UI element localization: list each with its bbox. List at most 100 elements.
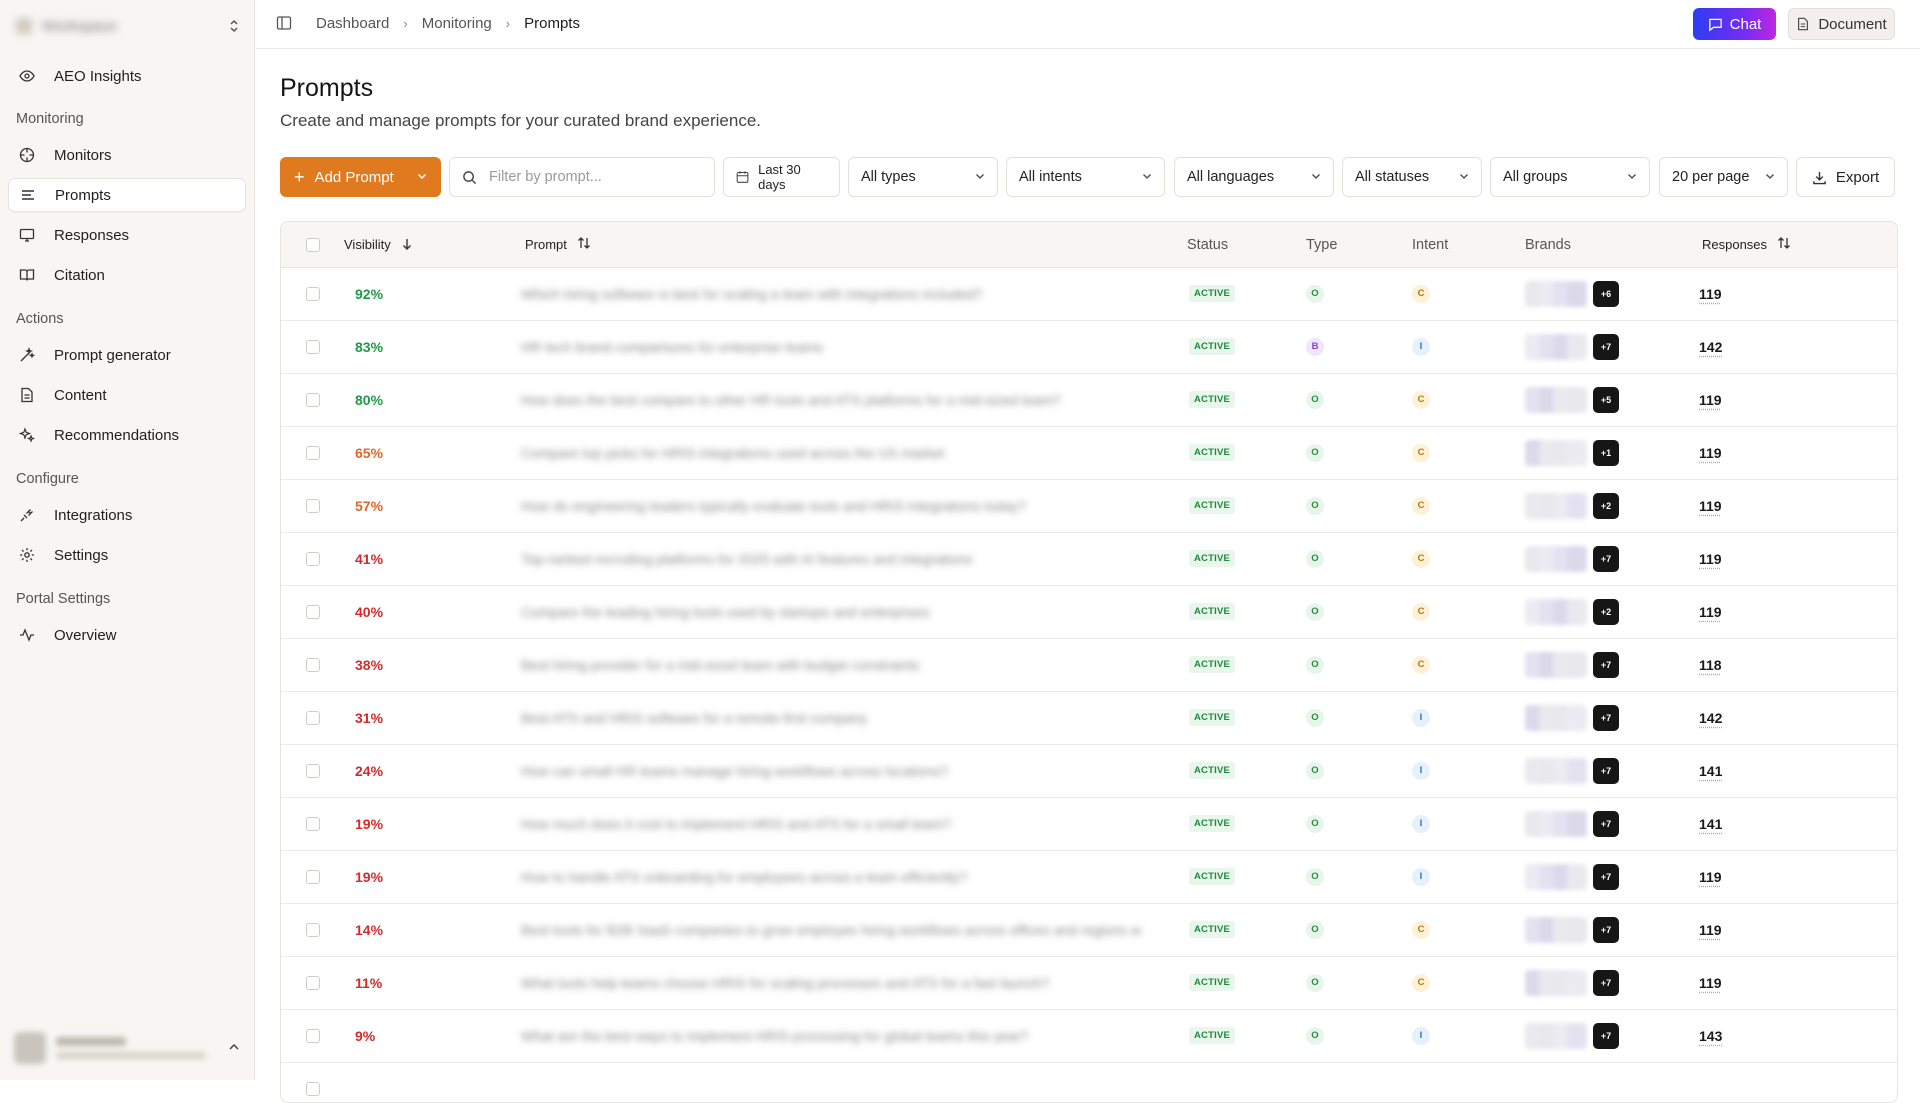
checkbox[interactable] [306, 551, 320, 566]
responses-count[interactable]: 119 [1699, 975, 1722, 991]
checkbox[interactable] [306, 392, 320, 407]
checkbox[interactable] [306, 975, 320, 990]
brands-cell[interactable]: +7 [1525, 903, 1619, 956]
responses-cell[interactable]: 119 [1699, 479, 1722, 532]
brands-cell[interactable]: +7 [1525, 691, 1619, 744]
prompt-cell[interactable]: Best hiring provider for a mid-sized tea… [521, 638, 1141, 691]
table-row[interactable]: 92% Which hiring software is best for sca… [281, 267, 1897, 321]
prompt-cell[interactable]: How can small HR teams manage hiring wor… [521, 744, 1141, 797]
breadcrumb-dashboard[interactable]: Dashboard [316, 15, 389, 32]
brands-cell[interactable]: +7 [1525, 797, 1619, 850]
row-select[interactable] [306, 744, 320, 797]
brands-more-badge[interactable]: +1 [1593, 439, 1619, 466]
brands-more-badge[interactable]: +7 [1593, 1022, 1619, 1049]
brands-more-badge[interactable]: +2 [1593, 492, 1619, 519]
brands-more-badge[interactable]: +5 [1593, 386, 1619, 413]
checkbox[interactable] [306, 286, 320, 301]
table-row[interactable]: 14% Best tools for B2B SaaS companies to … [281, 903, 1897, 957]
responses-cell[interactable]: 141 [1699, 797, 1722, 850]
checkbox[interactable] [306, 1081, 320, 1096]
brands-cell[interactable]: +1 [1525, 426, 1619, 479]
responses-count[interactable]: 119 [1699, 869, 1722, 885]
brands-cell[interactable]: +2 [1525, 585, 1619, 638]
page-size-select[interactable]: 20 per page [1659, 157, 1788, 197]
table-row[interactable]: 83% HR tech brand comparisons for enterpr… [281, 320, 1897, 374]
column-prompt[interactable]: Prompt [525, 222, 591, 267]
brands-cell[interactable]: +5 [1525, 373, 1619, 426]
table-row[interactable]: 31% Best ATS and HRIS software for a remo… [281, 691, 1897, 745]
responses-count[interactable]: 119 [1699, 286, 1722, 302]
sort-icon[interactable] [577, 236, 591, 253]
brands-cell[interactable]: +7 [1525, 638, 1619, 691]
responses-count[interactable]: 118 [1699, 657, 1722, 673]
status-filter-select[interactable]: All statuses [1342, 157, 1482, 197]
table-row[interactable]: 24% How can small HR teams manage hiring … [281, 744, 1897, 798]
prompt-cell[interactable]: Compare top picks for HRIS integrations … [521, 426, 1141, 479]
sidebar-item-integrations[interactable]: Integrations [8, 498, 246, 532]
row-select[interactable] [306, 426, 320, 479]
column-responses[interactable]: Responses [1702, 222, 1791, 267]
brands-more-badge[interactable]: +7 [1593, 704, 1619, 731]
responses-cell[interactable]: 119 [1699, 426, 1722, 479]
row-select[interactable] [306, 1009, 320, 1062]
sidebar-item-content[interactable]: Content [8, 378, 246, 412]
responses-count[interactable]: 142 [1699, 710, 1722, 726]
brands-more-badge[interactable]: +2 [1593, 598, 1619, 625]
sidebar-toggle-icon[interactable] [276, 15, 294, 33]
checkbox[interactable] [306, 763, 320, 778]
chevron-down-icon[interactable] [417, 170, 427, 184]
type-filter-select[interactable]: All types [848, 157, 998, 197]
sidebar-item-citation[interactable]: Citation [8, 258, 246, 292]
brands-more-badge[interactable]: +7 [1593, 545, 1619, 572]
responses-count[interactable]: 119 [1699, 445, 1722, 461]
workspace-switcher[interactable]: Workspace [16, 12, 240, 40]
brands-cell[interactable]: +2 [1525, 479, 1619, 532]
row-select[interactable] [306, 797, 320, 850]
checkbox[interactable] [306, 445, 320, 460]
responses-cell[interactable]: 119 [1699, 956, 1722, 1009]
checkbox[interactable] [306, 657, 320, 672]
responses-cell[interactable]: 118 [1699, 638, 1722, 691]
brands-more-badge[interactable]: +6 [1593, 280, 1619, 307]
brands-more-badge[interactable]: +7 [1593, 333, 1619, 360]
responses-count[interactable]: 142 [1699, 339, 1722, 355]
checkbox[interactable] [306, 498, 320, 513]
row-select[interactable] [306, 585, 320, 638]
select-all-checkbox[interactable] [306, 222, 320, 267]
table-row[interactable]: 57% How do engineering leaders typically … [281, 479, 1897, 533]
responses-cell[interactable]: 119 [1699, 585, 1722, 638]
table-row[interactable]: 41% Top-ranked recruiting platforms for 2… [281, 532, 1897, 586]
table-row[interactable]: 40% Compare the leading hiring tools used… [281, 585, 1897, 639]
checkbox[interactable] [306, 339, 320, 354]
responses-cell[interactable]: 142 [1699, 691, 1722, 744]
sidebar-item-recommendations[interactable]: Recommendations [8, 418, 246, 452]
export-button[interactable]: Export [1796, 157, 1895, 197]
date-range-button[interactable]: Last 30 days [723, 157, 840, 197]
sidebar-item-overview[interactable]: Overview [8, 618, 246, 652]
row-select[interactable] [306, 1062, 320, 1102]
table-row[interactable]: 38% Best hiring provider for a mid-sized … [281, 638, 1897, 692]
checkbox[interactable] [306, 869, 320, 884]
checkbox[interactable] [306, 604, 320, 619]
brands-cell[interactable]: +7 [1525, 850, 1619, 903]
row-select[interactable] [306, 479, 320, 532]
responses-cell[interactable]: 119 [1699, 532, 1722, 585]
prompt-cell[interactable]: Top-ranked recruiting platforms for 2025… [521, 532, 1141, 585]
responses-count[interactable]: 143 [1699, 1028, 1722, 1044]
prompt-cell[interactable]: HR tech brand comparisons for enterprise… [521, 320, 1141, 373]
checkbox[interactable] [306, 710, 320, 725]
table-row[interactable]: 19% How much does it cost to implement HR… [281, 797, 1897, 851]
prompt-cell[interactable] [521, 1062, 1141, 1102]
prompt-cell[interactable]: What are the best ways to implement HRIS… [521, 1009, 1141, 1062]
sidebar-item-settings[interactable]: Settings [8, 538, 246, 572]
responses-cell[interactable]: 142 [1699, 320, 1722, 373]
prompt-cell[interactable]: How much does it cost to implement HRIS … [521, 797, 1141, 850]
row-select[interactable] [306, 267, 320, 320]
prompt-cell[interactable]: How to handle ATS onboarding for employe… [521, 850, 1141, 903]
prompt-cell[interactable]: Best tools for B2B SaaS companies to gro… [521, 903, 1141, 956]
chat-button[interactable]: Chat [1693, 8, 1776, 40]
add-prompt-button[interactable]: + Add Prompt [280, 157, 441, 197]
prompt-cell[interactable]: What tools help teams choose HRIS for sc… [521, 956, 1141, 1009]
table-row[interactable]: 65% Compare top picks for HRIS integratio… [281, 426, 1897, 480]
table-row[interactable]: 9% What are the best ways to implement HR… [281, 1009, 1897, 1063]
